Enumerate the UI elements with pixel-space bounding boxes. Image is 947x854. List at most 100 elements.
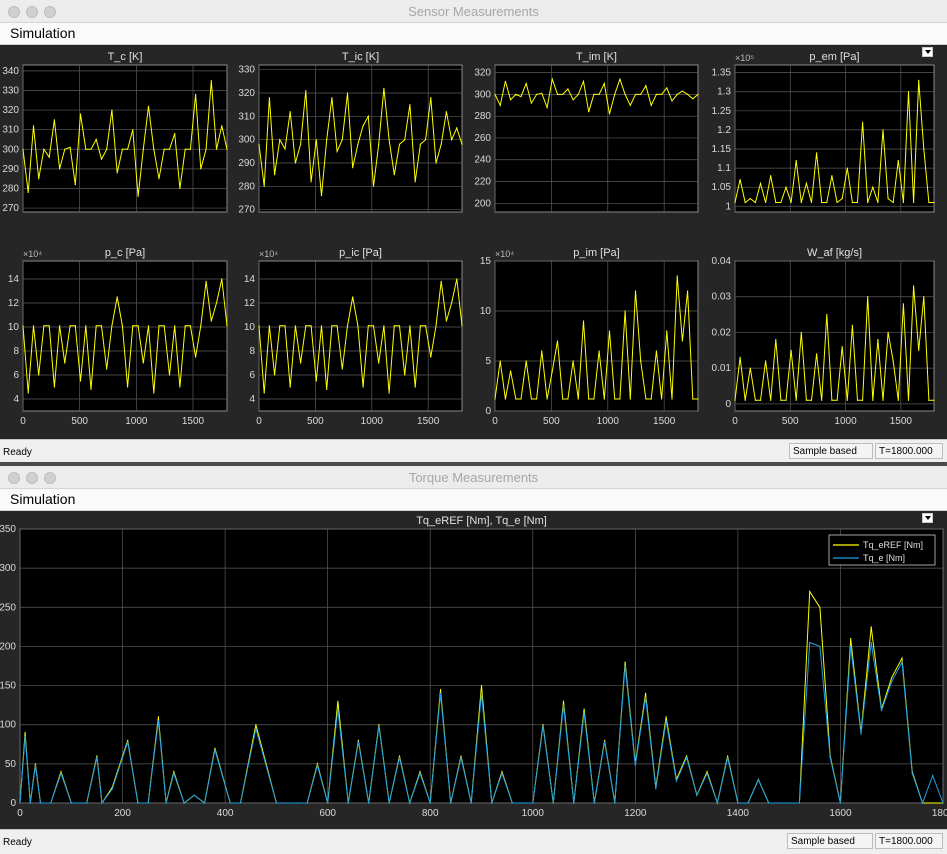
y-tick-label: 1.35 — [712, 68, 732, 79]
data-point — [137, 195, 139, 197]
axes-title: p_im [Pa] — [573, 247, 619, 259]
data-point — [357, 739, 359, 741]
simulation-menu[interactable]: Simulation — [10, 491, 75, 507]
data-point — [337, 708, 339, 710]
data-point — [193, 794, 195, 796]
data-point — [676, 93, 678, 95]
undock-arrow-icon[interactable] — [922, 47, 933, 57]
data-point — [221, 278, 223, 280]
data-point — [284, 148, 286, 150]
data-point — [665, 716, 667, 718]
status-time: T=1800.000 — [875, 833, 943, 849]
data-point — [645, 692, 647, 694]
data-point — [754, 399, 757, 401]
data-point — [480, 685, 483, 687]
x-tick-label: 1500 — [653, 416, 676, 427]
axes-title: T_im [K] — [576, 51, 617, 63]
data-point — [882, 399, 884, 401]
data-point — [911, 772, 913, 774]
x-tick-label: 0 — [17, 808, 23, 819]
data-point — [106, 148, 108, 150]
y-tick-label: 250 — [0, 602, 16, 613]
data-point — [367, 325, 369, 327]
data-point — [510, 370, 512, 372]
data-point — [542, 724, 544, 726]
data-point — [439, 692, 442, 694]
data-point — [829, 757, 831, 759]
data-point — [836, 399, 838, 401]
simulation-menu[interactable]: Simulation — [10, 25, 75, 41]
data-point — [195, 356, 197, 358]
y-tick-label: 6 — [13, 370, 19, 381]
data-point — [158, 325, 160, 327]
sensor-titlebar: Sensor Measurements — [0, 0, 947, 23]
data-point — [32, 325, 35, 327]
data-point — [215, 302, 218, 304]
data-point — [451, 139, 453, 141]
data-point — [870, 626, 872, 628]
data-point — [456, 127, 458, 129]
y-tick-label: 300 — [238, 135, 255, 146]
y-tick-label: 280 — [2, 183, 19, 194]
data-point — [816, 152, 818, 154]
data-point — [59, 168, 61, 170]
data-point — [928, 399, 930, 401]
axes-2: 200 220 240 260 280 300 320 T_im [K] — [474, 51, 699, 213]
axes-4: 4 6 8 10 12 14 0 500 1000 1500 p_c [Pa] ×10⁴ — [8, 247, 228, 427]
data-point — [749, 367, 751, 369]
x-tick-label: 500 — [782, 416, 799, 427]
data-point — [372, 325, 375, 327]
y-tick-label: 270 — [2, 203, 19, 214]
data-point — [872, 399, 874, 401]
data-point — [69, 325, 71, 327]
data-point — [326, 388, 328, 390]
y-tick-label: 290 — [238, 158, 255, 169]
data-point — [831, 175, 833, 177]
data-point — [577, 93, 579, 95]
data-point — [583, 712, 585, 714]
x-tick-label: 1500 — [417, 416, 440, 427]
data-point — [790, 201, 792, 204]
x-tick-label: 1000 — [834, 416, 857, 427]
data-point — [780, 399, 782, 401]
data-point — [229, 802, 231, 804]
data-point — [831, 399, 833, 401]
data-point — [624, 665, 626, 667]
legend: Tq_eREF [Nm] Tq_e [Nm] — [828, 534, 936, 566]
data-point — [768, 802, 770, 804]
data-point — [552, 802, 554, 804]
data-point — [778, 802, 780, 804]
y-tick-label: 8 — [13, 346, 19, 357]
torque-statusbar: Ready Sample based T=1800.000 — [0, 829, 947, 854]
undock-arrow-icon[interactable] — [922, 513, 933, 523]
data-point — [892, 360, 894, 362]
data-point — [727, 757, 729, 759]
data-point — [942, 802, 944, 804]
data-point — [770, 399, 772, 401]
data-point — [551, 370, 553, 372]
data-point — [183, 802, 185, 804]
data-point — [614, 93, 616, 95]
data-point — [593, 93, 595, 95]
data-point — [681, 90, 684, 92]
x-tick-label: 1200 — [624, 808, 647, 819]
data-point — [841, 198, 843, 200]
data-point — [572, 360, 574, 362]
data-point — [86, 802, 88, 804]
x-tick-label: 1000 — [361, 416, 384, 427]
data-point — [306, 802, 308, 804]
data-point — [100, 325, 103, 327]
plot-area — [22, 260, 228, 412]
data-point — [127, 386, 129, 388]
data-point — [258, 325, 260, 327]
y-tick-label: 10 — [480, 306, 492, 317]
axes-title: W_af [kg/s] — [807, 247, 862, 259]
y-tick-label: 15 — [480, 256, 492, 267]
data-point — [821, 399, 823, 401]
data-point — [867, 296, 869, 298]
y-tick-label: 310 — [238, 111, 255, 122]
data-point — [887, 198, 889, 200]
y-tick-label: 8 — [249, 346, 255, 357]
y-tick-label: 4 — [13, 394, 19, 405]
plot-area — [494, 64, 699, 213]
